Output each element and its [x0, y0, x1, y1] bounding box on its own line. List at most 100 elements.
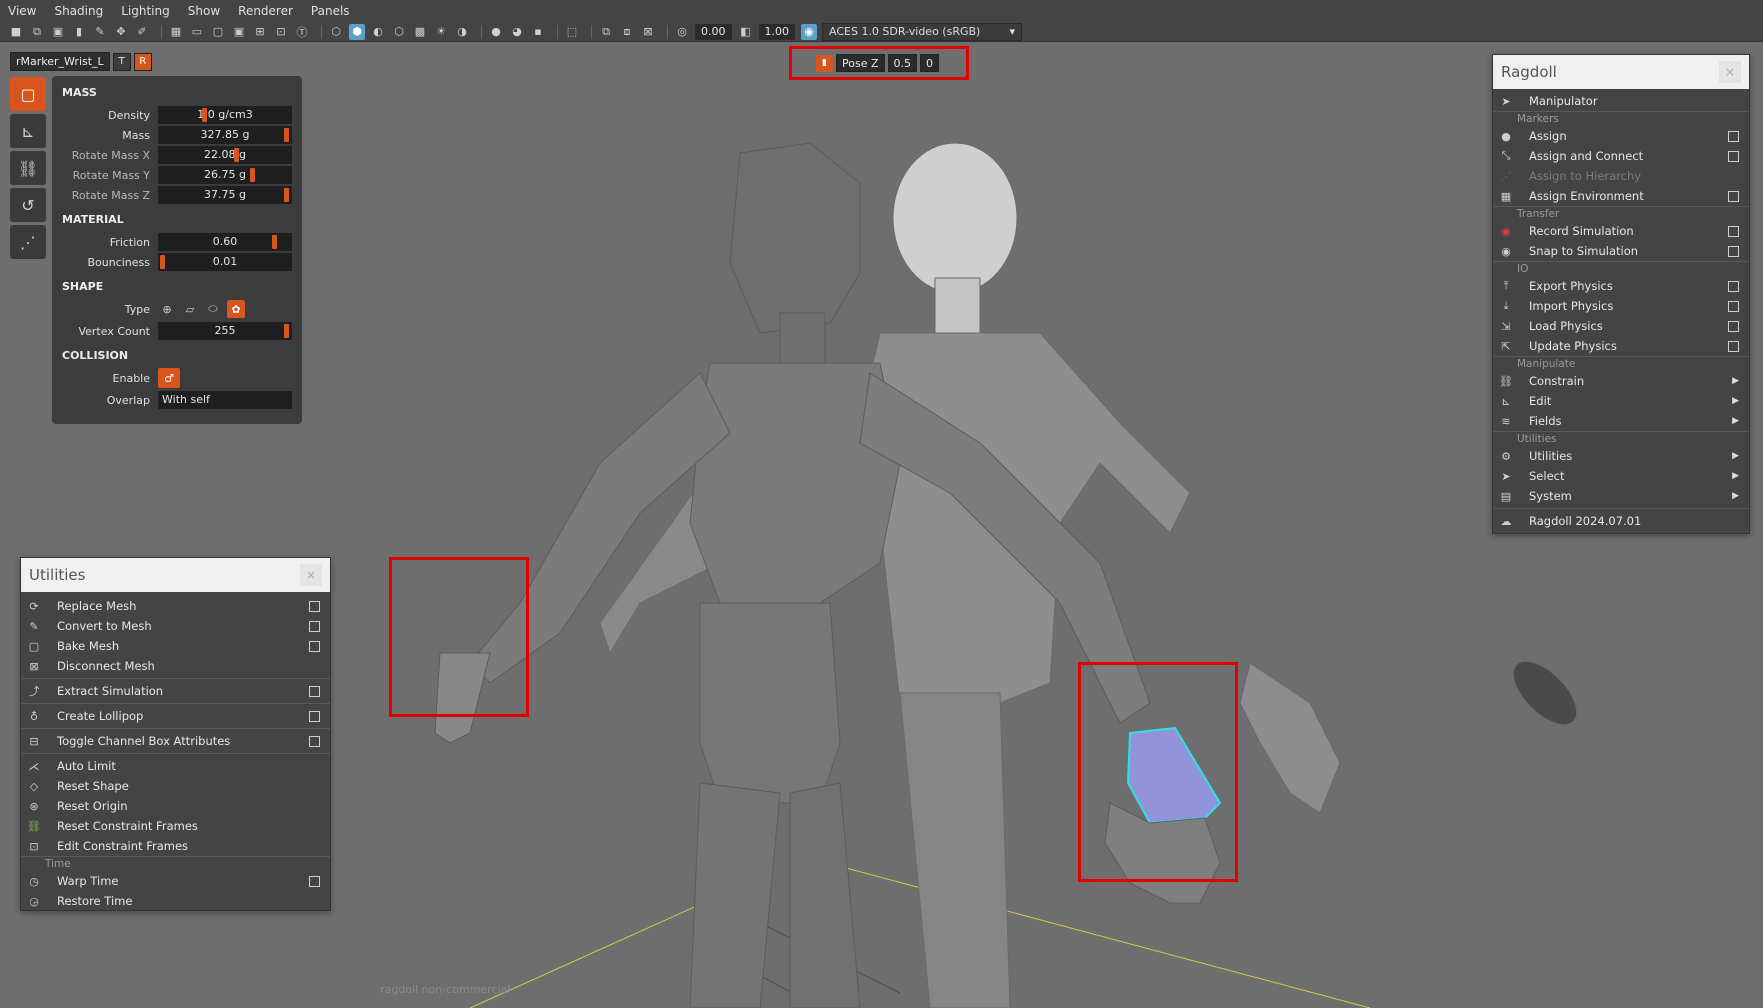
menu-shading[interactable]: Shading — [54, 4, 103, 18]
option-box-icon[interactable] — [1728, 340, 1739, 352]
rotate-mass-x-marker[interactable] — [234, 148, 239, 162]
2d-pan-icon[interactable]: ✥ — [113, 24, 129, 40]
gate-mask-icon[interactable]: ▣ — [231, 24, 247, 40]
film-gate-icon[interactable]: ▭ — [189, 24, 205, 40]
option-box-icon[interactable] — [1728, 225, 1739, 237]
menu-show[interactable]: Show — [188, 4, 220, 18]
option-box-icon[interactable] — [1728, 130, 1739, 142]
menu-renderer[interactable]: Renderer — [238, 4, 293, 18]
rotate-mass-z-field[interactable]: 37.75 g — [158, 186, 292, 204]
smooth-shade-icon[interactable]: ⬢ — [349, 23, 365, 40]
menu-item-version[interactable]: ☁ Ragdoll 2024.07.01 — [1493, 511, 1749, 531]
mass-slider-marker[interactable] — [284, 128, 289, 142]
pencil-icon[interactable]: ✐ — [134, 24, 150, 40]
pose-label[interactable]: Pose Z — [836, 54, 885, 72]
option-box-icon[interactable] — [309, 685, 320, 697]
menu-item-export-physics[interactable]: ⤒ Export Physics — [1493, 276, 1749, 296]
menu-panels[interactable]: Panels — [311, 4, 350, 18]
camera-icon[interactable]: ■ — [8, 24, 24, 40]
exposure-field[interactable]: 0.00 — [695, 23, 732, 40]
option-box-icon[interactable] — [1728, 300, 1739, 312]
safe-title-icon[interactable]: Ⓣ — [294, 24, 310, 40]
node-name[interactable]: rMarker_Wrist_L — [10, 52, 110, 71]
wireframe-on-shaded-icon[interactable]: ⬡ — [391, 24, 407, 40]
resolution-gate-icon[interactable]: ▢ — [210, 24, 226, 40]
menu-item-disconnect-mesh[interactable]: ⊠ Disconnect Mesh — [21, 656, 330, 676]
gamma-icon[interactable]: ◧ — [738, 24, 754, 40]
collision-enable-toggle[interactable]: ♂ — [158, 368, 180, 388]
xray-joints-icon[interactable]: ⧈ — [619, 24, 635, 40]
gamma-field[interactable]: 1.00 — [758, 23, 795, 40]
menu-item-reset-origin[interactable]: ⊛ Reset Origin — [21, 796, 330, 816]
menu-item-convert-mesh[interactable]: ✎ Convert to Mesh — [21, 616, 330, 636]
lights-icon[interactable]: ☀ — [433, 24, 449, 40]
menu-item-assign[interactable]: ● Assign — [1493, 126, 1749, 146]
menu-item-reset-shape[interactable]: ◇ Reset Shape — [21, 776, 330, 796]
menu-item-snap-simulation[interactable]: ◉ Snap to Simulation — [1493, 241, 1749, 261]
menu-view[interactable]: View — [8, 4, 36, 18]
color-management-icon[interactable]: ◉ — [801, 23, 817, 40]
vertex-count-marker[interactable] — [284, 324, 289, 338]
utilities-menu-header[interactable]: Utilities × — [21, 558, 330, 592]
anti-aliasing-icon[interactable]: ▪ — [530, 24, 546, 40]
option-box-icon[interactable] — [1728, 245, 1739, 257]
image-plane-icon[interactable]: ▮ — [71, 24, 87, 40]
menu-item-load-physics[interactable]: ⇲ Load Physics — [1493, 316, 1749, 336]
menu-item-record-simulation[interactable]: ◉ Record Simulation — [1493, 221, 1749, 241]
menu-item-auto-limit[interactable]: ⋌ Auto Limit — [21, 756, 330, 776]
menu-lighting[interactable]: Lighting — [121, 4, 170, 18]
menu-item-fields[interactable]: ≋ Fields ▶ — [1493, 411, 1749, 431]
isolate-select-icon[interactable]: ⬚ — [564, 24, 580, 40]
density-slider-marker[interactable] — [202, 108, 207, 122]
capsule-type-icon[interactable]: ⬭ — [204, 300, 222, 318]
rotate-mass-y-marker[interactable] — [250, 168, 255, 182]
menu-item-replace-mesh[interactable]: ⟳ Replace Mesh — [21, 596, 330, 616]
pose-value-field[interactable]: 0.5 — [887, 54, 918, 72]
safe-action-icon[interactable]: ⊡ — [273, 24, 289, 40]
default-material-icon[interactable]: ◐ — [370, 24, 386, 40]
grid-icon[interactable]: ▦ — [168, 24, 184, 40]
ambient-occlusion-icon[interactable]: ● — [488, 24, 504, 40]
close-icon[interactable]: × — [300, 564, 322, 586]
vertex-count-field[interactable]: 255 — [158, 322, 292, 340]
menu-item-select[interactable]: ➤ Select ▶ — [1493, 466, 1749, 486]
color-space-dropdown[interactable]: ACES 1.0 SDR-video (sRGB) ▾ — [822, 22, 1022, 41]
menu-item-import-physics[interactable]: ⤓ Import Physics — [1493, 296, 1749, 316]
menu-item-reset-constraint-frames[interactable]: ⛓ Reset Constraint Frames — [21, 816, 330, 836]
menu-item-update-physics[interactable]: ⇱ Update Physics — [1493, 336, 1749, 356]
overlap-dropdown[interactable]: With self — [158, 391, 292, 409]
pose-icon[interactable]: ▮ — [816, 54, 833, 72]
menu-item-restore-time[interactable]: ◶ Restore Time — [21, 891, 330, 911]
menu-item-edit[interactable]: ⊾ Edit ▶ — [1493, 391, 1749, 411]
menu-item-utilities[interactable]: ⚙ Utilities ▶ — [1493, 446, 1749, 466]
shadows-icon[interactable]: ◑ — [454, 24, 470, 40]
option-box-icon[interactable] — [309, 735, 320, 747]
density-field[interactable]: 1.0 g/cm3 — [158, 106, 292, 124]
mass-field[interactable]: 327.85 g — [158, 126, 292, 144]
axis-tool-icon[interactable]: ⊾ — [10, 114, 46, 148]
menu-item-extract-simulation[interactable]: ⤴ Extract Simulation — [21, 681, 330, 701]
sphere-type-icon[interactable]: ⊕ — [158, 300, 176, 318]
option-box-icon[interactable] — [1728, 320, 1739, 332]
menu-item-assign-connect[interactable]: ⤡ Assign and Connect — [1493, 146, 1749, 166]
field-chart-icon[interactable]: ⊞ — [252, 24, 268, 40]
menu-item-toggle-channel-box[interactable]: ⊟ Toggle Channel Box Attributes — [21, 731, 330, 751]
rotate-mass-y-field[interactable]: 26.75 g — [158, 166, 292, 184]
bounciness-slider-marker[interactable] — [160, 255, 165, 269]
grease-pencil-icon[interactable]: ✎ — [92, 24, 108, 40]
menu-item-edit-constraint-frames[interactable]: ⊡ Edit Constraint Frames — [21, 836, 330, 856]
menu-item-system[interactable]: ▤ System ▶ — [1493, 486, 1749, 506]
option-box-icon[interactable] — [309, 620, 320, 632]
xray-icon[interactable]: ⧉ — [598, 24, 614, 40]
option-box-icon[interactable] — [1728, 190, 1739, 202]
exposure-icon[interactable]: ◎ — [674, 24, 690, 40]
menu-item-bake-mesh[interactable]: ▢ Bake Mesh — [21, 636, 330, 656]
link-tool-icon[interactable]: ⛓ — [10, 151, 46, 185]
mesh-type-icon[interactable]: ✿ — [227, 300, 245, 318]
xray-components-icon[interactable]: ⊠ — [640, 24, 656, 40]
menu-item-create-lollipop[interactable]: ♁ Create Lollipop — [21, 706, 330, 726]
option-box-icon[interactable] — [309, 875, 320, 887]
menu-item-assign-environment[interactable]: ▦ Assign Environment — [1493, 186, 1749, 206]
bookmark-icon[interactable]: ▣ — [50, 24, 66, 40]
pivot-tool-icon[interactable]: ⋰ — [10, 225, 46, 259]
